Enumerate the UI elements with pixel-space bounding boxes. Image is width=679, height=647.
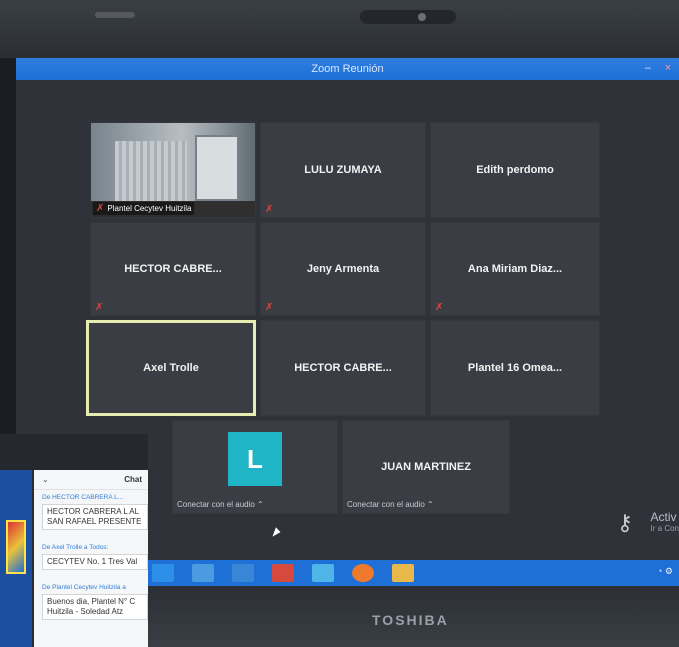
firefox-icon[interactable] <box>352 564 374 582</box>
participant-name: JUAN MARTINEZ <box>381 461 471 473</box>
activate-line1: Activ <box>650 510 677 524</box>
bezel-slot <box>95 12 135 18</box>
mic-muted-icon: ✗ <box>265 302 274 313</box>
chat-message-line: CECYTEV No. 1 Tres Val <box>47 557 138 566</box>
inset-desktop <box>0 470 32 647</box>
tile-edith-perdomo[interactable]: Edith perdomo <box>430 122 600 218</box>
participant-name: Plantel Cecytev Huitzila <box>107 204 192 213</box>
chevron-down-icon[interactable]: ⌄ <box>42 475 49 484</box>
chat-message: HECTOR CABRERA L AL SAN RAFAEL PRESENTE <box>42 504 148 530</box>
chat-message: CECYTEV No. 1 Tres Val <box>42 554 148 570</box>
window-title: Zoom Reunión <box>311 63 384 75</box>
tile-hector-cabre-1[interactable]: HECTOR CABRE... ✗ <box>90 222 256 316</box>
taskbar-app-icon[interactable] <box>232 564 254 582</box>
chat-message-sender: De Plantel Cecytev Huitzila a <box>42 584 126 591</box>
chat-header: ⌄ Chat <box>34 470 148 490</box>
chat-message-line: HECTOR CABRERA L AL <box>47 507 140 516</box>
tile-plantel-16-omea[interactable]: Plantel 16 Omea... <box>430 320 600 416</box>
tile-plantel-cecytev-huitzila[interactable]: ✗ Plantel Cecytev Huitzila <box>90 122 256 218</box>
chat-message-line: Buenos dia, Plantel N° C <box>47 597 136 606</box>
tile-hector-cabre-2[interactable]: HECTOR CABRE... <box>260 320 426 416</box>
taskbar-app-icon[interactable] <box>192 564 214 582</box>
participant-name: HECTOR CABRE... <box>124 263 222 275</box>
mic-muted-icon: ✗ <box>95 302 104 313</box>
video-blinds <box>115 141 187 203</box>
chat-message-sender: De Axel Trolle a Todos: <box>42 544 109 551</box>
tile-ana-miriam-diaz[interactable]: Ana Miriam Diaz... ✗ <box>430 222 600 316</box>
desktop-logo-icon <box>6 520 26 574</box>
mic-muted-icon: ✗ <box>435 302 444 313</box>
participant-name: Ana Miriam Diaz... <box>467 263 563 275</box>
mic-muted-icon: ✗ <box>96 203 105 214</box>
participant-name: Plantel 16 Omea... <box>467 362 563 374</box>
avatar: L <box>228 432 282 486</box>
close-button[interactable]: × <box>665 62 671 74</box>
participant-name: HECTOR CABRE... <box>294 362 392 374</box>
taskbar-app-icon[interactable] <box>312 564 334 582</box>
participant-label: ✗ Plantel Cecytev Huitzila <box>93 202 195 215</box>
connect-audio-link[interactable]: Conectar con el audio ⌃ <box>177 500 264 509</box>
participant-name: Edith perdomo <box>476 164 554 176</box>
webcam <box>360 10 456 24</box>
connect-audio-link[interactable]: Conectar con el audio ⌃ <box>347 500 434 509</box>
participant-name: LULU ZUMAYA <box>304 164 382 176</box>
tile-avatar-l[interactable]: L Conectar con el audio ⌃ <box>172 420 338 514</box>
chat-message-sender: De HECTOR CABRERA L... <box>42 494 124 501</box>
tile-jeny-armenta[interactable]: Jeny Armenta ✗ <box>260 222 426 316</box>
tile-lulu-zumaya[interactable]: LULU ZUMAYA ✗ <box>260 122 426 218</box>
chat-inset-photo: ⌄ Chat De HECTOR CABRERA L... HECTOR CAB… <box>0 434 148 647</box>
taskbar-app-icon[interactable] <box>272 564 294 582</box>
chat-message-line: SAN RAFAEL PRESENTE <box>47 517 142 526</box>
taskbar-app-icon[interactable] <box>392 564 414 582</box>
chat-title: Chat <box>124 475 142 484</box>
taskbar-app-icon[interactable] <box>152 564 174 582</box>
laptop-brand-logo: TOSHIBA <box>372 612 449 628</box>
participant-name: Jeny Armenta <box>306 263 380 275</box>
activate-windows-watermark: Activ Ir a Con <box>651 510 679 533</box>
minimize-button[interactable]: – <box>645 62 651 74</box>
mic-muted-icon: ✗ <box>265 204 274 215</box>
zoom-title-bar: Zoom Reunión – × <box>16 58 679 80</box>
participant-name: Axel Trolle <box>143 362 199 374</box>
inset-bezel <box>0 434 148 470</box>
tile-axel-trolle[interactable]: Axel Trolle <box>86 320 256 416</box>
key-icon: ⚷ <box>616 510 633 535</box>
windows-taskbar: ◔ ⚙ <box>146 560 679 586</box>
tile-juan-martinez[interactable]: JUAN MARTINEZ Conectar con el audio ⌃ <box>342 420 510 514</box>
chat-message-line: Huitzila - Soledad Atz <box>47 607 124 616</box>
activate-line2: Ir a Con <box>650 524 679 533</box>
laptop-top-bezel <box>0 0 679 58</box>
chat-message: Buenos dia, Plantel N° C Huitzila - Sole… <box>42 594 148 620</box>
video-window <box>195 135 239 201</box>
chat-panel: ⌄ Chat De HECTOR CABRERA L... HECTOR CAB… <box>34 470 148 647</box>
system-tray[interactable]: ◔ ⚙ <box>657 566 673 577</box>
